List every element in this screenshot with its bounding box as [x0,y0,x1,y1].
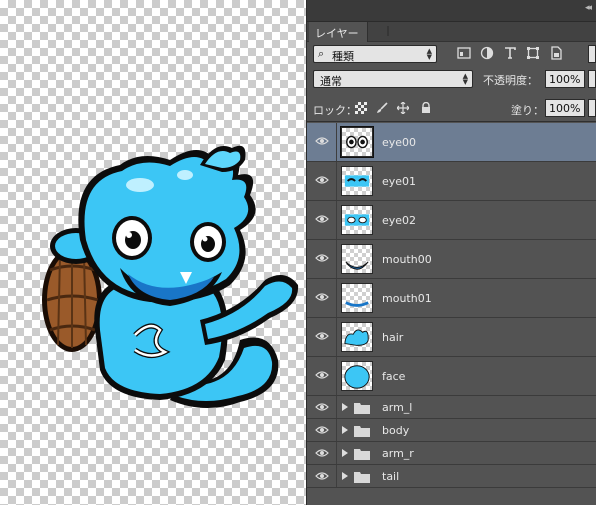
layer-row[interactable]: eye02 [307,201,596,240]
lock-image-pixels-icon[interactable] [376,102,388,114]
visibility-eye-icon[interactable] [315,425,329,435]
layer-thumbnail [341,244,373,274]
visibility-eye-icon[interactable] [315,214,329,224]
layer-row[interactable]: hair [307,318,596,357]
visibility-eye-icon[interactable] [315,331,329,341]
tab-layers[interactable]: レイヤー [309,22,368,42]
layer-name: hair [382,331,404,344]
expand-triangle-icon[interactable] [342,425,348,435]
blend-mode-select[interactable]: 通常 ▲ ▼ [313,70,473,88]
fill-input[interactable]: 100% [545,99,585,117]
row-divider [336,123,337,161]
layer-thumbnail [340,126,374,158]
layer-group-row[interactable]: body [307,419,596,442]
collapse-panel-icon[interactable]: ◂◂ [585,3,592,13]
opacity-label: 不透明度： [483,74,538,87]
layer-name: face [382,370,406,383]
row-divider [336,442,337,464]
opacity-slider-toggle[interactable] [588,70,596,88]
layer-name: eye02 [382,214,417,227]
filter-smart-object-icon[interactable] [549,46,563,60]
row-divider [336,419,337,441]
visibility-eye-icon[interactable] [315,370,329,380]
tab-separator-icon [387,26,389,36]
layer-row[interactable]: mouth01 [307,279,596,318]
layer-list: eye00 eye01 eye02 mouth00 mouth01 hair face arm… [307,123,596,488]
layers-panel: ◂◂ レイヤー ⌕ 種類 ▲ ▼ 通常 ▲ ▼ 不透明度： 100% ロック： … [306,0,596,505]
folder-icon [354,471,370,483]
visibility-eye-icon[interactable] [315,253,329,263]
search-icon: ⌕ [318,47,325,60]
layer-row[interactable]: face [307,357,596,396]
layer-row[interactable]: eye01 [307,162,596,201]
filter-toggle-edge[interactable] [588,45,596,63]
tab-layers-label: レイヤー [315,27,359,40]
expand-triangle-icon[interactable] [342,448,348,458]
row-divider [336,318,337,356]
folder-icon [354,448,370,460]
folder-icon [354,402,370,414]
visibility-eye-icon[interactable] [315,471,329,481]
lock-label: ロック： [313,104,357,117]
layer-name: arm_l [382,401,413,414]
fill-slider-toggle[interactable] [588,99,596,117]
visibility-eye-icon[interactable] [315,292,329,302]
row-divider [336,201,337,239]
filter-adjustment-icon[interactable] [480,46,494,60]
layer-thumbnail [341,361,373,391]
visibility-eye-icon[interactable] [315,448,329,458]
filter-type-value: 種類 [332,50,354,63]
row-divider [336,396,337,418]
layer-name: eye01 [382,175,417,188]
lock-transparent-pixels-icon[interactable] [355,102,367,114]
filter-type-layer-icon[interactable] [503,46,517,60]
expand-triangle-icon[interactable] [342,402,348,412]
blend-row: 通常 ▲ ▼ 不透明度： 100% [307,66,596,92]
blend-mode-value: 通常 [320,75,342,88]
filter-shape-icon[interactable] [526,46,540,60]
select-arrows-icon: ▲ ▼ [426,47,432,61]
row-divider [336,162,337,200]
row-divider [336,465,337,487]
character-illustration [42,145,299,409]
opacity-input[interactable]: 100% [545,70,585,88]
layer-name: body [382,424,410,437]
fill-label: 塗り： [511,104,544,117]
lock-position-icon[interactable] [397,102,409,114]
layer-name: mouth00 [382,253,432,266]
layer-thumbnail [341,166,373,196]
layer-thumbnail [341,322,373,352]
layer-group-row[interactable]: arm_l [307,396,596,419]
lock-row: ロック： 塗り： 100% [307,94,596,122]
row-divider [336,240,337,278]
filter-pixel-icon[interactable] [457,46,471,60]
panel-header: ◂◂ [307,0,596,22]
layer-row[interactable]: eye00 [307,123,596,162]
filter-type-select[interactable]: ⌕ 種類 ▲ ▼ [313,45,437,63]
row-divider [336,279,337,317]
layer-thumbnail [341,205,373,235]
row-divider [336,357,337,395]
visibility-eye-icon[interactable] [315,136,329,146]
visibility-eye-icon[interactable] [315,175,329,185]
expand-triangle-icon[interactable] [342,471,348,481]
document-canvas[interactable] [0,0,306,505]
layer-name: arm_r [382,447,414,460]
layer-name: tail [382,470,400,483]
filter-row: ⌕ 種類 ▲ ▼ [307,42,596,66]
select-arrows-icon: ▲ ▼ [462,72,468,86]
layer-group-row[interactable]: arm_r [307,442,596,465]
layer-name: eye00 [382,136,417,149]
layer-name: mouth01 [382,292,432,305]
panel-tab-bar: レイヤー [307,22,596,42]
layer-thumbnail [341,283,373,313]
visibility-eye-icon[interactable] [315,402,329,412]
layer-group-row[interactable]: tail [307,465,596,488]
folder-icon [354,425,370,437]
layer-row[interactable]: mouth00 [307,240,596,279]
lock-all-icon[interactable] [420,102,432,114]
